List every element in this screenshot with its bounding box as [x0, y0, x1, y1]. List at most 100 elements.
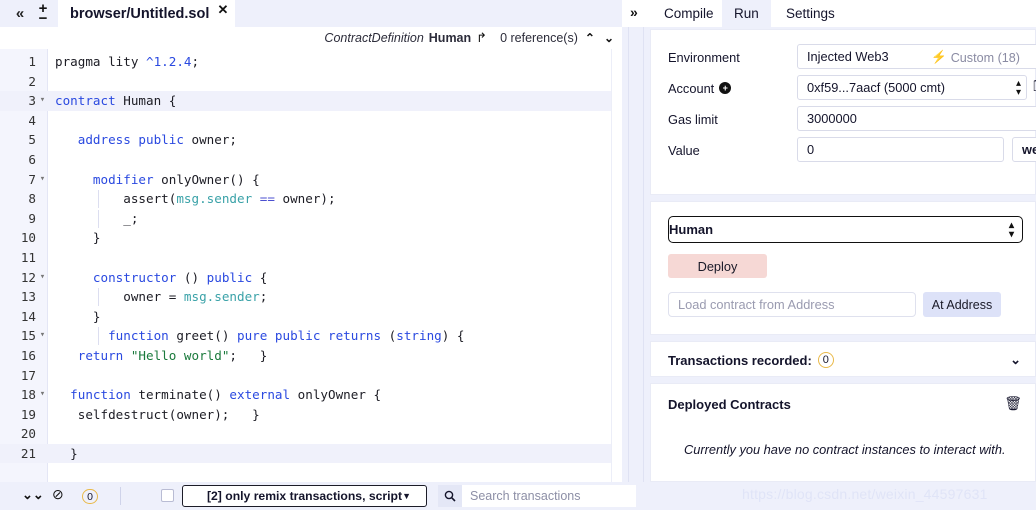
- load-address-input[interactable]: Load contract from Address: [668, 292, 916, 317]
- code-line[interactable]: 5 address public owner;: [0, 130, 622, 150]
- line-number: 14: [20, 308, 36, 324]
- code-line[interactable]: 7 ▾ modifier onlyOwner() {: [0, 170, 622, 190]
- chevron-down-icon[interactable]: ⌄: [1010, 352, 1021, 368]
- right-panel-nav: » Compile Run Settings: [622, 0, 1036, 27]
- deploy-card: Human ▴ ▾ Deploy Load contract from Addre…: [650, 201, 1036, 335]
- line-number: 11: [20, 249, 36, 265]
- gas-limit-value: 3000000: [807, 111, 857, 126]
- at-address-button[interactable]: At Address: [923, 292, 1001, 317]
- deployed-contracts-card: Deployed Contracts 🗑 Currently you have …: [650, 383, 1036, 482]
- value-unit: wei: [1022, 142, 1036, 157]
- code-line[interactable]: 4: [0, 111, 622, 131]
- code-line[interactable]: 18 ▾ function terminate() external onlyOw…: [0, 385, 622, 405]
- line-number: 16: [20, 347, 36, 363]
- value-input[interactable]: 0: [797, 137, 1004, 162]
- add-account-icon[interactable]: +: [719, 82, 732, 94]
- search-icon[interactable]: [438, 485, 462, 507]
- tab-compile-label: Compile: [664, 6, 714, 21]
- line-number: 19: [20, 406, 36, 422]
- code-line[interactable]: 10 }: [0, 228, 622, 248]
- code-line[interactable]: 8 assert(msg.sender == owner);: [0, 189, 622, 209]
- fold-toggle-icon[interactable]: ▾: [38, 268, 47, 288]
- code-line[interactable]: 12 ▾ constructor () public {: [0, 268, 622, 288]
- line-number: 6: [28, 151, 36, 167]
- tab-run-label: Run: [734, 6, 759, 21]
- run-settings-card: Environment Injected Web3 ⚡ Custom (18) …: [650, 29, 1036, 195]
- fold-toggle-icon[interactable]: ▾: [38, 385, 47, 405]
- tab-run[interactable]: Run: [722, 0, 771, 27]
- line-number: 4: [28, 112, 36, 128]
- editor-vertical-scrollbar[interactable]: [611, 49, 622, 482]
- account-row: Account + 0xf59...7aacf (5000 cmt) ▴▾ ❐: [651, 73, 1036, 103]
- line-number: 10: [20, 230, 36, 246]
- code-line[interactable]: 17: [0, 366, 622, 386]
- fold-toggle-icon[interactable]: ▾: [38, 326, 47, 346]
- tab-settings-label: Settings: [786, 6, 835, 21]
- code-line[interactable]: 16 return "Hello world"; }: [0, 346, 622, 366]
- code-line[interactable]: 14 }: [0, 307, 622, 327]
- fold-toggle-icon[interactable]: ▾: [38, 170, 47, 190]
- deploy-button[interactable]: Deploy: [668, 254, 767, 278]
- filter-checkbox[interactable]: [161, 489, 174, 502]
- context-name-label: Human: [428, 31, 472, 45]
- collapse-terminal-icon[interactable]: ⌄⌄: [22, 487, 44, 503]
- pane-divider[interactable]: [622, 27, 650, 482]
- code-text: }: [70, 445, 78, 461]
- code-line[interactable]: 15 ▾ function greet() pure public returns…: [0, 326, 622, 346]
- line-number: 20: [20, 426, 36, 442]
- clear-console-icon[interactable]: ⊘: [52, 486, 64, 503]
- value-unit-select[interactable]: wei ▴▾: [1012, 137, 1036, 162]
- code-line[interactable]: 13 owner = msg.sender;: [0, 287, 622, 307]
- code-lines-container[interactable]: 1 pragma lity ^1.2.4; 2 3 ▾ contract Human {4…: [0, 49, 622, 482]
- collapse-panel-icon[interactable]: «: [10, 3, 30, 23]
- code-line[interactable]: 9 _;: [0, 209, 622, 229]
- load-address-placeholder: Load contract from Address: [678, 297, 835, 312]
- account-label: Account +: [668, 73, 732, 103]
- environment-select[interactable]: Injected Web3 ⚡ Custom (18) ▴▾: [797, 44, 1036, 69]
- gas-limit-label: Gas limit: [668, 111, 718, 127]
- close-icon[interactable]: ✕: [217, 2, 228, 18]
- expand-panel-icon[interactable]: »: [630, 4, 638, 20]
- transactions-recorded-header: Transactions recorded: 0: [668, 342, 834, 378]
- code-line[interactable]: 1 pragma lity ^1.2.4;: [0, 52, 622, 72]
- transaction-filter-label: [2] only remix transactions, script: [206, 489, 403, 503]
- transactions-recorded-label: Transactions recorded:: [668, 352, 812, 368]
- tab-settings[interactable]: Settings: [774, 0, 847, 27]
- chevron-down-icon[interactable]: ⌄: [602, 31, 616, 45]
- code-line[interactable]: 21 }: [0, 443, 622, 464]
- chevron-updown-icon[interactable]: ▴ ▾: [1009, 221, 1014, 240]
- line-number: 21: [20, 445, 36, 461]
- code-line[interactable]: 11: [0, 248, 622, 268]
- chevron-up-icon[interactable]: ⌃: [583, 31, 597, 45]
- remix-ide-window: « + − browser/Untitled.sol ✕ » Compile R…: [0, 0, 1036, 510]
- code-line[interactable]: 2: [0, 72, 622, 92]
- pending-count-badge: 0: [82, 489, 98, 504]
- tab-compile[interactable]: Compile: [652, 0, 726, 27]
- jump-to-definition-icon[interactable]: ↱: [476, 30, 487, 46]
- value-label: Value: [668, 142, 700, 158]
- search-transactions-input[interactable]: Search transactions: [462, 485, 636, 507]
- chevron-updown-icon[interactable]: ▴ ▾: [1016, 79, 1021, 98]
- code-line[interactable]: 20: [0, 424, 622, 444]
- line-number: 3: [28, 93, 36, 109]
- line-number: 15: [20, 328, 36, 344]
- trash-icon[interactable]: 🗑: [1004, 395, 1022, 412]
- code-text: selfdestruct(owner); }: [77, 406, 260, 422]
- decrease-font-icon[interactable]: −: [39, 11, 48, 26]
- gas-limit-input[interactable]: 3000000: [797, 106, 1036, 131]
- code-text: pragma lity ^1.2.4;: [55, 54, 200, 69]
- account-select[interactable]: 0xf59...7aacf (5000 cmt) ▴ ▾: [797, 75, 1027, 100]
- font-size-controls[interactable]: + −: [34, 1, 52, 26]
- code-text: assert(msg.sender == owner);: [123, 191, 336, 207]
- code-text: owner = msg.sender;: [123, 289, 268, 305]
- fold-toggle-icon[interactable]: ▾: [38, 91, 47, 111]
- gas-limit-row: Gas limit 3000000: [651, 104, 1036, 134]
- code-line[interactable]: 19 selfdestruct(owner); }: [0, 405, 622, 425]
- line-number: 13: [20, 289, 36, 305]
- code-line[interactable]: 3 ▾ contract Human {: [0, 91, 622, 111]
- contract-select[interactable]: Human ▴ ▾: [668, 216, 1023, 243]
- code-line[interactable]: 6: [0, 150, 622, 170]
- transactions-recorded-card[interactable]: Transactions recorded: 0 ⌄: [650, 341, 1036, 377]
- transaction-filter-select[interactable]: [2] only remix transactions, script ▼: [182, 485, 427, 507]
- file-tab-untitled-sol[interactable]: browser/Untitled.sol ✕: [58, 0, 236, 27]
